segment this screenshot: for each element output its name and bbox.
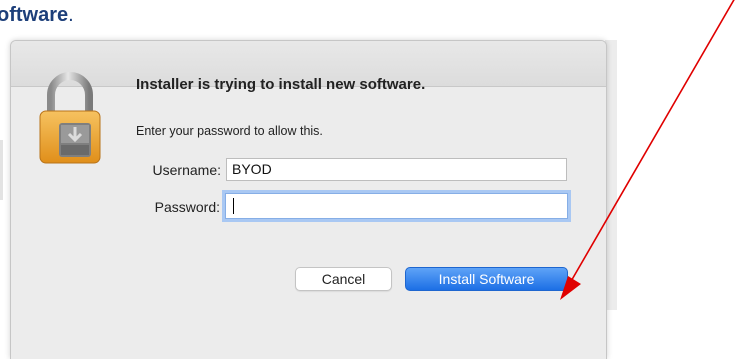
dialog-title: Installer is trying to install new softw… [136,76,426,93]
cancel-button[interactable]: Cancel [295,267,392,291]
username-field[interactable]: BYOD [226,158,567,181]
background-window-edge [0,140,3,200]
heading-bold-text: oftware [0,4,69,26]
heading-period: . [68,4,74,26]
document-heading: oftware. [0,4,74,27]
username-label: Username: [152,162,221,178]
install-software-button[interactable]: Install Software [405,267,568,291]
dialog-subtitle: Enter your password to allow this. [136,124,323,138]
password-field[interactable] [225,193,568,219]
lock-icon [39,72,101,164]
text-caret [233,198,234,214]
password-label: Password: [154,199,220,215]
